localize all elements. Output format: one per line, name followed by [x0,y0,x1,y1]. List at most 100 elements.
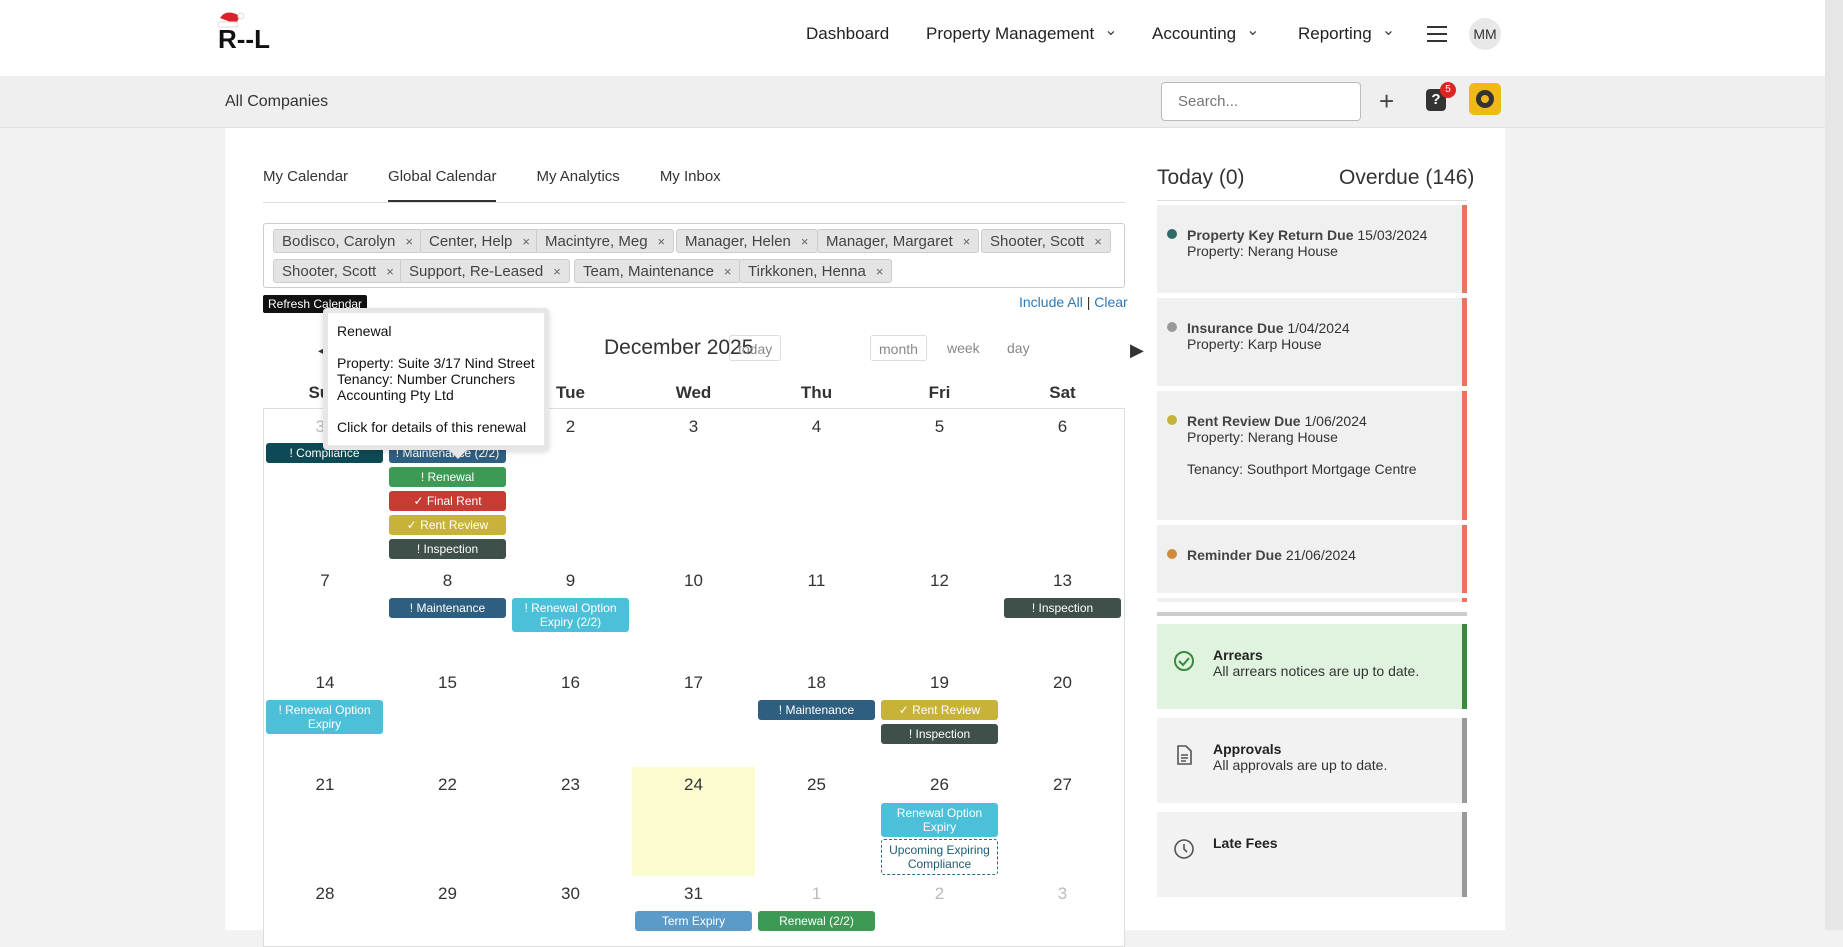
calendar-event[interactable]: ! Inspection [881,724,998,744]
event-tooltip[interactable]: Renewal Property: Suite 3/17 Nind Street… [323,308,549,459]
calendar-day-cell[interactable]: 6 [1001,408,1125,564]
add-icon[interactable]: + [1379,86,1394,117]
remove-chip-icon[interactable]: × [658,234,666,249]
next-month-button[interactable]: ▶ [1130,340,1144,361]
calendar-day-cell[interactable]: 2 [878,876,1002,947]
menu-icon[interactable] [1427,26,1447,42]
overdue-heading[interactable]: Overdue (146) [1339,166,1474,190]
filter-chip[interactable]: Tirkkonen, Henna × [739,259,893,283]
view-month-button[interactable]: month [870,335,927,361]
calendar-day-cell[interactable]: 22 [386,767,510,877]
filter-chip[interactable]: Support, Re-Leased × [400,259,570,283]
calendar-day-cell[interactable]: 25 [755,767,879,877]
remove-chip-icon[interactable]: × [386,264,394,279]
assistant-icon[interactable] [1469,83,1501,115]
overdue-item[interactable]: Rent Review Due 1/06/2024 Property: Neran… [1157,391,1467,520]
filter-chip[interactable]: Shooter, Scott × [273,259,403,283]
calendar-day-cell[interactable]: 16 [509,665,633,768]
status-card-approvals[interactable]: Approvals All approvals are up to date. [1157,718,1467,803]
filter-chip-label: Bodisco, Carolyn [282,233,396,250]
help-icon[interactable]: ? 5 [1426,82,1456,111]
user-filter-box[interactable]: Bodisco, Carolyn × Center, Help × Macintyre,… [263,223,1125,288]
calendar-day-cell[interactable]: 15 [386,665,510,768]
calendar-event[interactable]: ! Renewal Option Expiry (2/2) [512,598,629,632]
calendar-day-cell[interactable]: 27 [1001,767,1125,877]
tab-my-analytics[interactable]: My Analytics [536,168,659,202]
calendar-event[interactable]: ✓ Final Rent [389,491,506,511]
tab-my-inbox[interactable]: My Inbox [660,168,761,202]
calendar-day-cell[interactable]: 4 [755,408,879,564]
calendar-day-cell[interactable]: 21 [263,767,387,877]
calendar-event[interactable]: ! Renewal [389,467,506,487]
status-card-late-fees[interactable]: Late Fees [1157,812,1467,897]
calendar-day-cell[interactable]: 12 [878,563,1002,666]
filter-chip[interactable]: Shooter, Scott × [981,229,1111,253]
calendar-day-cell[interactable]: 17 [632,665,756,768]
calendar-event[interactable]: Renewal Option Expiry [881,803,998,837]
calendar-event[interactable]: Renewal (2/2) [758,911,875,931]
calendar-event[interactable]: ✓ Rent Review [389,515,506,535]
clear-link[interactable]: Clear [1094,294,1127,310]
calendar-event[interactable]: ! Renewal Option Expiry [266,700,383,734]
calendar-day-cell[interactable]: 10 [632,563,756,666]
overdue-item[interactable]: Property Key Return Due 15/03/2024 Proper… [1157,205,1467,293]
scrollbar[interactable] [1825,0,1843,930]
remove-chip-icon[interactable]: × [963,234,971,249]
calendar-day-cell[interactable]: 29 [386,876,510,947]
logo[interactable]: R--L [210,10,310,50]
remove-chip-icon[interactable]: × [1094,234,1102,249]
calendar-event[interactable]: ! Inspection [389,539,506,559]
avatar[interactable]: MM [1469,18,1501,50]
view-day-button[interactable]: day [999,335,1038,361]
calendar-event[interactable]: Term Expiry [635,911,752,931]
calendar-event[interactable]: ✓ Rent Review [881,700,998,720]
calendar-event[interactable]: Upcoming Expiring Compliance [881,839,998,875]
overdue-item[interactable]: Insurance Due 1/04/2024 Property: Karp Ho… [1157,298,1467,386]
status-text: All arrears notices are up to date. [1213,663,1420,679]
remove-chip-icon[interactable]: × [876,264,884,279]
nav-item-dashboard[interactable]: Dashboard [806,24,889,44]
remove-chip-icon[interactable]: × [801,234,809,249]
filter-chip[interactable]: Bodisco, Carolyn × [273,229,422,253]
due-tenancy: Tenancy: Southport Mortgage Centre [1187,461,1417,477]
overdue-list[interactable]: Property Key Return Due 15/03/2024 Proper… [1157,205,1467,602]
filter-chip[interactable]: Manager, Margaret × [817,229,980,253]
calendar-day-cell[interactable]: 24 [632,767,756,877]
calendar-day-cell[interactable]: 11 [755,563,879,666]
nav-item-property-management[interactable]: Property Management ⌄ [926,22,1118,44]
day-number: 28 [315,884,335,903]
status-card-arrears[interactable]: Arrears All arrears notices are up to dat… [1157,624,1467,709]
filter-chip[interactable]: Center, Help × [420,229,539,253]
calendar-day-cell[interactable]: 20 [1001,665,1125,768]
remove-chip-icon[interactable]: × [522,234,530,249]
nav-item-accounting[interactable]: Accounting ⌄ [1152,22,1260,44]
calendar-day-cell[interactable]: 28 [263,876,387,947]
day-number: 17 [684,673,703,692]
calendar-event[interactable]: ! Inspection [1004,598,1121,618]
filter-chip[interactable]: Macintyre, Meg × [536,229,675,253]
today-heading[interactable]: Today (0) [1157,166,1245,190]
nav-item-reporting[interactable]: Reporting ⌄ [1298,22,1395,44]
tab-global-calendar[interactable]: Global Calendar [388,168,497,202]
calendar-event[interactable]: ! Maintenance [389,598,506,618]
today-button[interactable]: today [729,335,782,361]
include-all-link[interactable]: Include All [1019,294,1083,310]
calendar-day-cell[interactable]: 23 [509,767,633,877]
overdue-item-partial[interactable] [1157,598,1467,602]
filter-chip[interactable]: Manager, Helen × [676,229,818,253]
view-week-button[interactable]: week [939,335,988,361]
calendar-day-cell[interactable]: 5 [878,408,1002,564]
remove-chip-icon[interactable]: × [724,264,732,279]
calendar-day-cell[interactable]: 3 [632,408,756,564]
calendar-day-cell[interactable]: 7 [263,563,387,666]
calendar-event[interactable]: ! Maintenance [758,700,875,720]
calendar-day-cell[interactable]: 3 [1001,876,1125,947]
tab-my-calendar[interactable]: My Calendar [263,168,388,202]
search-input[interactable] [1161,82,1361,121]
remove-chip-icon[interactable]: × [405,234,413,249]
calendar-day-cell[interactable]: 30 [509,876,633,947]
overdue-item[interactable]: Reminder Due 21/06/2024 [1157,525,1467,593]
company-selector[interactable]: All Companies [225,93,328,111]
filter-chip[interactable]: Team, Maintenance × [574,259,741,283]
remove-chip-icon[interactable]: × [553,264,561,279]
